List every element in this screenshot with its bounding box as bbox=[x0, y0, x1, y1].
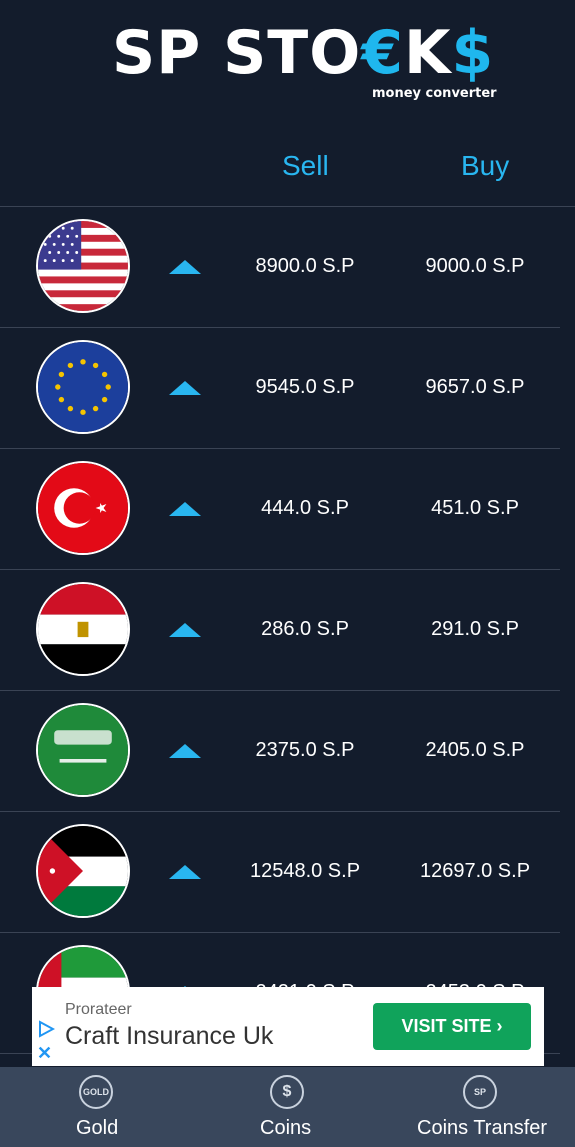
trend-up-icon bbox=[169, 260, 201, 274]
logo-subtitle: money converter bbox=[372, 86, 497, 101]
ad-headline[interactable]: Craft Insurance Uk bbox=[65, 1022, 273, 1051]
nav-gold[interactable]: GOLD Gold bbox=[0, 1067, 192, 1147]
app-logo: SP STO€K$ money converter bbox=[0, 0, 575, 120]
bottom-nav: GOLD Gold $ Coins SP Coins Transfer bbox=[0, 1067, 575, 1147]
rate-row-eur[interactable]: 9545.0 S.P 9657.0 S.P bbox=[0, 328, 560, 449]
trend-up-icon bbox=[169, 623, 201, 637]
sell-rate: 444.0 S.P bbox=[261, 497, 349, 519]
trend-up-icon bbox=[169, 381, 201, 395]
buy-rate: 451.0 S.P bbox=[431, 497, 519, 519]
trend-up-icon bbox=[169, 744, 201, 758]
rate-row-usd[interactable]: 8900.0 S.P 9000.0 S.P bbox=[0, 207, 560, 328]
nav-coins-transfer-label: Coins Transfer bbox=[417, 1117, 548, 1139]
nav-coins-transfer[interactable]: SP Coins Transfer bbox=[384, 1067, 575, 1147]
coins-transfer-icon: SP bbox=[463, 1075, 497, 1109]
chevron-right-icon: › bbox=[496, 1016, 503, 1036]
nav-coins-label: Coins bbox=[260, 1117, 312, 1139]
sell-rate: 12548.0 S.P bbox=[249, 860, 361, 882]
buy-rate: 9000.0 S.P bbox=[425, 255, 525, 277]
rate-row-egp[interactable]: 286.0 S.P 291.0 S.P bbox=[0, 570, 560, 691]
turkey-flag-icon bbox=[36, 461, 130, 555]
saudi-flag-icon bbox=[36, 703, 130, 797]
coins-icon: $ bbox=[270, 1075, 304, 1109]
jordan-flag-icon bbox=[36, 824, 130, 918]
ad-advertiser: Prorateer bbox=[65, 1001, 132, 1018]
rate-row-jod[interactable]: 12548.0 S.P 12697.0 S.P bbox=[0, 812, 560, 933]
buy-rate: 2405.0 S.P bbox=[425, 739, 525, 761]
gold-icon: GOLD bbox=[79, 1075, 113, 1109]
trend-up-icon bbox=[169, 865, 201, 879]
nav-coins[interactable]: $ Coins bbox=[192, 1067, 384, 1147]
sell-rate: 2375.0 S.P bbox=[255, 739, 355, 761]
buy-rate: 291.0 S.P bbox=[431, 618, 519, 640]
rates-list: 8900.0 S.P 9000.0 S.P 9545.0 S.P 9657.0 … bbox=[0, 207, 575, 1054]
sell-column-header: Sell bbox=[282, 150, 329, 181]
logo-wordmark: SP STO€K$ bbox=[112, 18, 495, 88]
ad-visit-site-button[interactable]: VISIT SITE › bbox=[373, 1003, 531, 1050]
rate-row-try[interactable]: 444.0 S.P 451.0 S.P bbox=[0, 449, 560, 570]
sell-rate: 286.0 S.P bbox=[261, 618, 349, 640]
sell-rate: 9545.0 S.P bbox=[255, 376, 355, 398]
sell-rate: 8900.0 S.P bbox=[255, 255, 355, 277]
buy-column-header: Buy bbox=[461, 150, 510, 181]
ad-close-icon[interactable]: ✕ bbox=[37, 1043, 52, 1064]
ad-banner[interactable]: ✕ Prorateer Craft Insurance Uk VISIT SIT… bbox=[32, 987, 544, 1066]
buy-rate: 9657.0 S.P bbox=[425, 376, 525, 398]
egypt-flag-icon bbox=[36, 582, 130, 676]
nav-gold-label: Gold bbox=[76, 1117, 119, 1139]
eu-flag-icon bbox=[36, 340, 130, 434]
trend-up-icon bbox=[169, 502, 201, 516]
usa-flag-icon bbox=[36, 219, 130, 313]
rate-row-sar[interactable]: 2375.0 S.P 2405.0 S.P bbox=[0, 691, 560, 812]
ad-choices-icon[interactable] bbox=[37, 1020, 55, 1038]
buy-rate: 12697.0 S.P bbox=[419, 860, 531, 882]
